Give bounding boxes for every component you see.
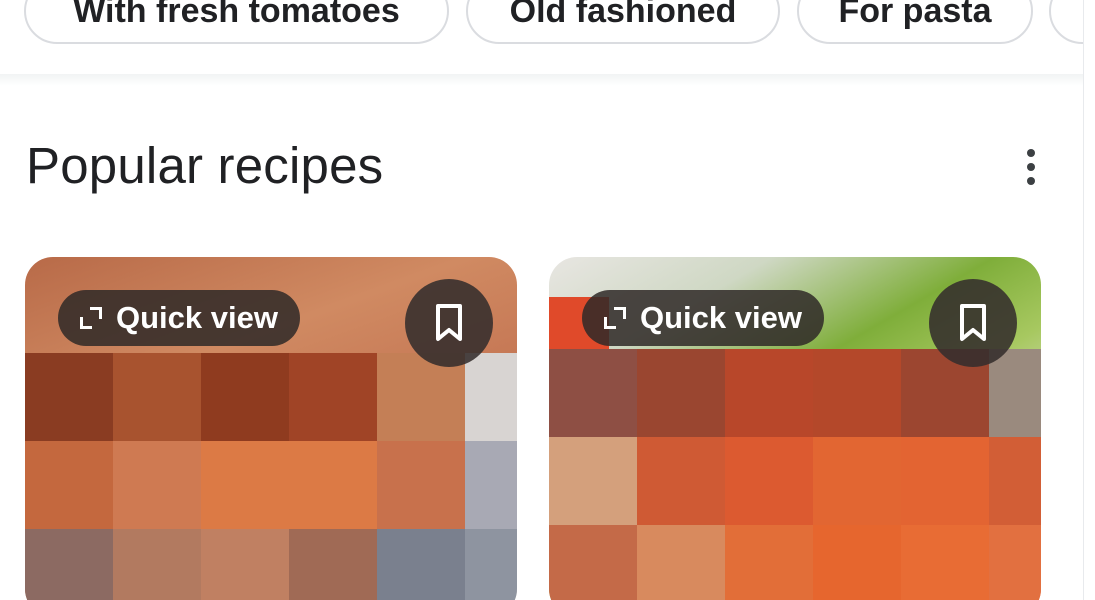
save-recipe-button[interactable]	[929, 279, 1017, 367]
chip-next-partial[interactable]	[1049, 0, 1083, 44]
more-vert-icon-dot	[1027, 163, 1035, 171]
more-options-button[interactable]	[1012, 142, 1050, 192]
recipe-card[interactable]: Quick view	[549, 257, 1041, 600]
filter-chips-strip: With fresh tomatoes Old fashioned For pa…	[0, 0, 1083, 74]
chip-for-pasta[interactable]: For pasta	[797, 0, 1033, 44]
section-title: Popular recipes	[26, 137, 384, 194]
chip-label: With fresh tomatoes	[73, 0, 400, 30]
recipe-card[interactable]: Quick view	[25, 257, 517, 600]
page-scroll-edge	[1083, 0, 1095, 600]
chip-with-fresh-tomatoes[interactable]: With fresh tomatoes	[24, 0, 449, 44]
quick-view-label: Quick view	[116, 300, 278, 335]
quick-view-label: Quick view	[640, 300, 802, 335]
bookmark-icon	[436, 304, 462, 341]
more-vert-icon-dot	[1027, 177, 1035, 185]
strip-divider	[0, 74, 1083, 86]
chip-label: Old fashioned	[509, 0, 737, 30]
recipe-image-blurred	[549, 349, 1041, 600]
quick-view-button[interactable]: Quick view	[58, 290, 300, 346]
more-vert-icon	[1027, 149, 1035, 157]
expand-icon	[604, 307, 626, 329]
chip-old-fashioned[interactable]: Old fashioned	[466, 0, 780, 44]
recipe-image-blurred	[25, 353, 517, 600]
bookmark-icon	[960, 304, 986, 341]
expand-icon	[80, 307, 102, 329]
chip-label: For pasta	[838, 0, 992, 30]
save-recipe-button[interactable]	[405, 279, 493, 367]
quick-view-button[interactable]: Quick view	[582, 290, 824, 346]
